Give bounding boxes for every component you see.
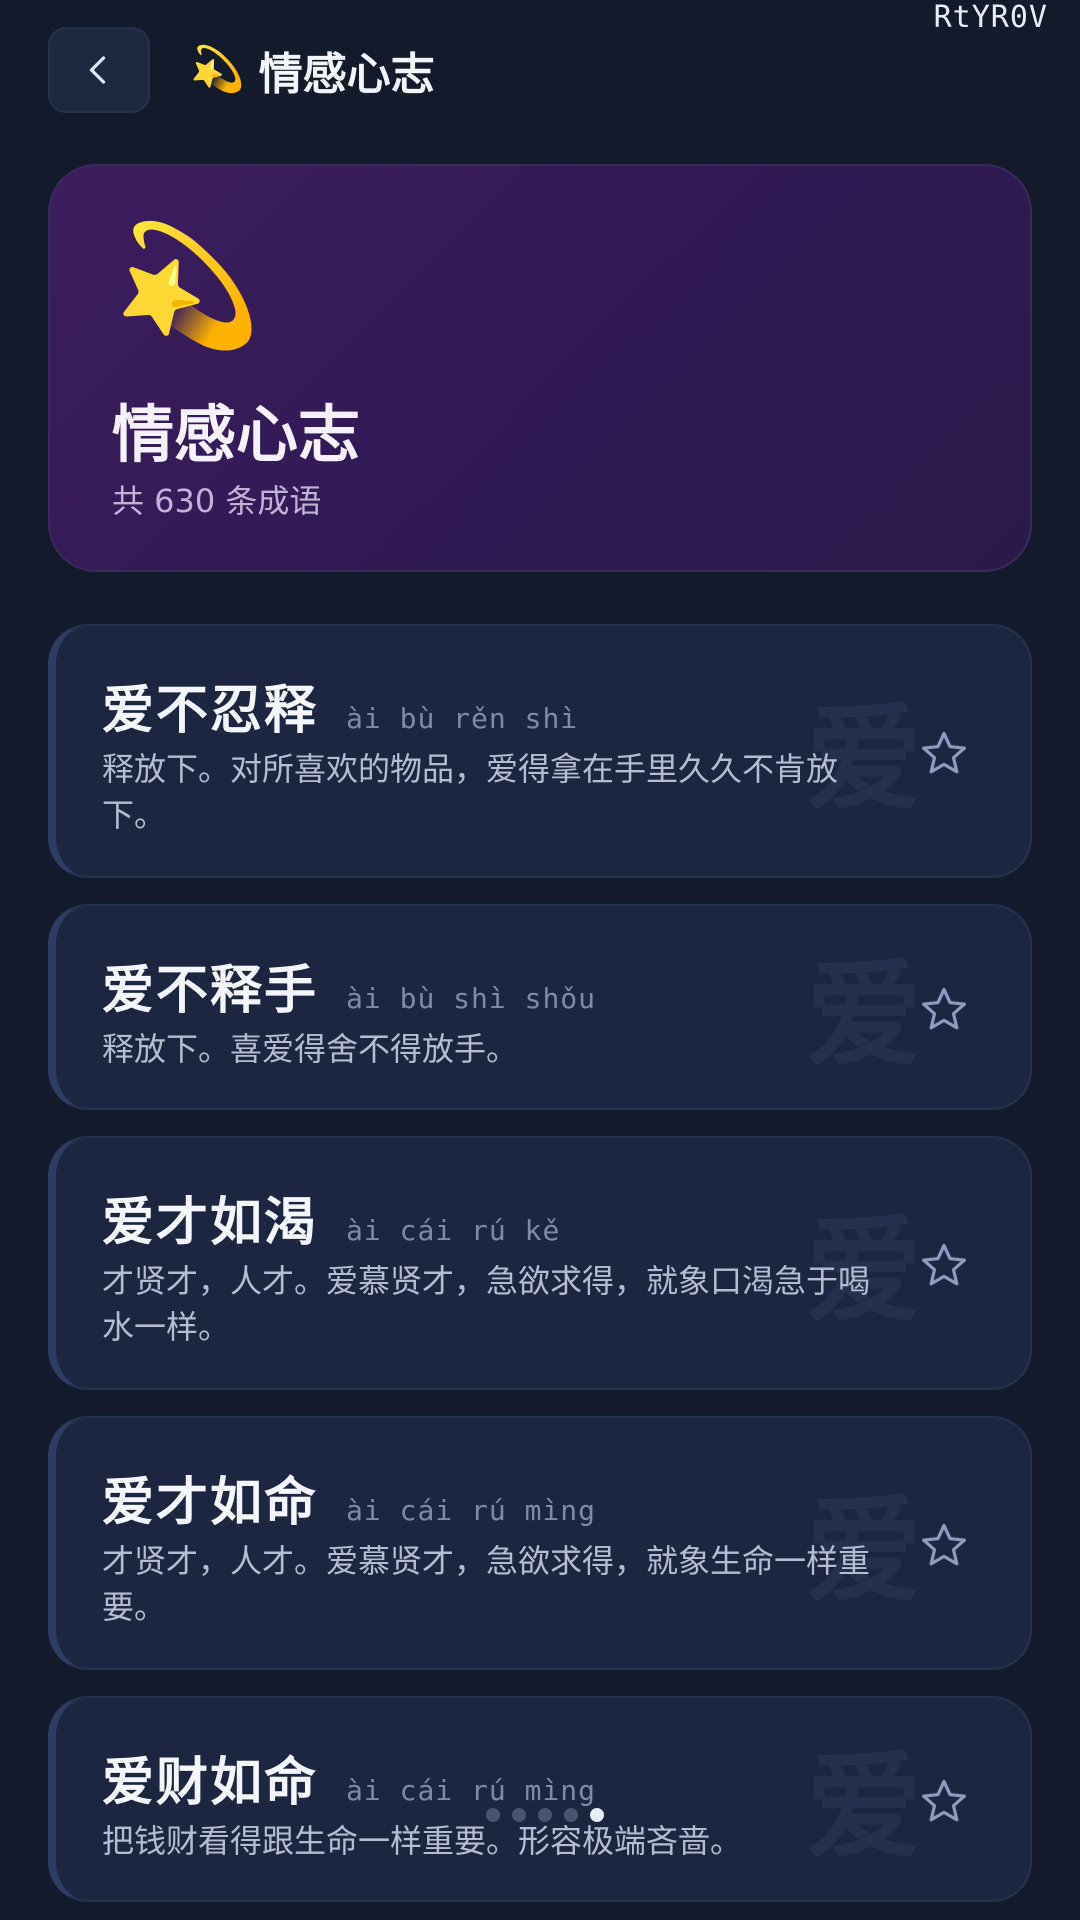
page-dot[interactable] (564, 1808, 578, 1822)
idiom-header: 爱才如命 ài cái rú mìng (102, 1460, 596, 1535)
idiom-title: 爱财如命 (102, 1753, 319, 1813)
page-dot[interactable] (486, 1808, 500, 1822)
idiom-count: 共 630 条成语 (112, 482, 322, 520)
idiom-header: 爱才如渴 ài cái rú kě (102, 1180, 560, 1255)
idiom-pinyin: ài cái rú kě (346, 1214, 561, 1247)
idiom-pinyin: ài bù rěn shì (346, 702, 579, 735)
category-emoji-icon: 💫 (190, 44, 245, 95)
page-dot[interactable] (590, 1808, 604, 1822)
idiom-definition: 把钱财看得跟生命一样重要。形容极端吝啬。 (102, 1822, 743, 1860)
idiom-definition: 释放下。对所喜欢的物品，爱得拿在手里久久不肯放下。 (102, 750, 839, 834)
favorite-button[interactable] (918, 1520, 970, 1572)
top-bar: 💫 情感心志 (48, 26, 435, 114)
page-title: 情感心志 (258, 49, 435, 100)
favorite-button[interactable] (918, 728, 970, 780)
page-indicator (486, 1808, 604, 1822)
page-dot[interactable] (538, 1808, 552, 1822)
idiom-category-screen: RtYR0V 💫 情感心志 💫 情感心志 共 630 条成语 爱 爱不忍释 ài… (0, 0, 1080, 1920)
star-outline-icon (922, 1523, 966, 1566)
idiom-card[interactable]: 爱 爱财如命 ài cái rú mìng 把钱财看得跟生命一样重要。形容极端吝… (48, 1696, 1032, 1902)
dizzy-star-icon: 💫 (114, 216, 261, 354)
idiom-title: 爱才如渴 (102, 1193, 319, 1253)
star-outline-icon (922, 1779, 966, 1822)
idiom-pinyin: ài bù shì shǒu (346, 982, 597, 1015)
idiom-title: 爱不释手 (102, 961, 319, 1021)
idiom-pinyin: ài cái rú mìng (346, 1494, 597, 1527)
idiom-header: 爱财如命 ài cái rú mìng (102, 1740, 596, 1815)
category-hero-card: 💫 情感心志 共 630 条成语 (48, 164, 1032, 572)
idiom-definition: 释放下。喜爱得舍不得放手。 (102, 1030, 519, 1068)
page-dot[interactable] (512, 1808, 526, 1822)
star-outline-icon (922, 731, 966, 774)
back-button[interactable] (48, 27, 150, 113)
category-title: 情感心志 (112, 398, 361, 471)
star-outline-icon (922, 987, 966, 1030)
idiom-pinyin: ài cái rú mìng (346, 1774, 597, 1807)
watermark-code: RtYR0V (933, 0, 1048, 35)
idiom-header: 爱不忍释 ài bù rěn shì (102, 668, 578, 743)
idiom-card[interactable]: 爱 爱不释手 ài bù shì shǒu 释放下。喜爱得舍不得放手。 (48, 904, 1032, 1110)
favorite-button[interactable] (918, 984, 970, 1036)
idiom-card[interactable]: 爱 爱不忍释 ài bù rěn shì 释放下。对所喜欢的物品，爱得拿在手里久… (48, 624, 1032, 878)
star-outline-icon (922, 1243, 966, 1286)
idiom-title: 爱才如命 (102, 1473, 319, 1533)
idiom-definition: 才贤才，人才。爱慕贤才，急欲求得，就象口渴急于喝水一样。 (102, 1262, 871, 1346)
idiom-card[interactable]: 爱 爱才如命 ài cái rú mìng 才贤才，人才。爱慕贤才，急欲求得，就… (48, 1416, 1032, 1670)
idiom-card[interactable]: 爱 爱才如渴 ài cái rú kě 才贤才，人才。爱慕贤才，急欲求得，就象口… (48, 1136, 1032, 1390)
favorite-button[interactable] (918, 1240, 970, 1292)
idiom-title: 爱不忍释 (102, 681, 319, 741)
idiom-header: 爱不释手 ài bù shì shǒu (102, 948, 596, 1023)
favorite-button[interactable] (918, 1776, 970, 1828)
idiom-definition: 才贤才，人才。爱慕贤才，急欲求得，就象生命一样重要。 (102, 1542, 871, 1626)
chevron-left-icon (89, 56, 106, 84)
